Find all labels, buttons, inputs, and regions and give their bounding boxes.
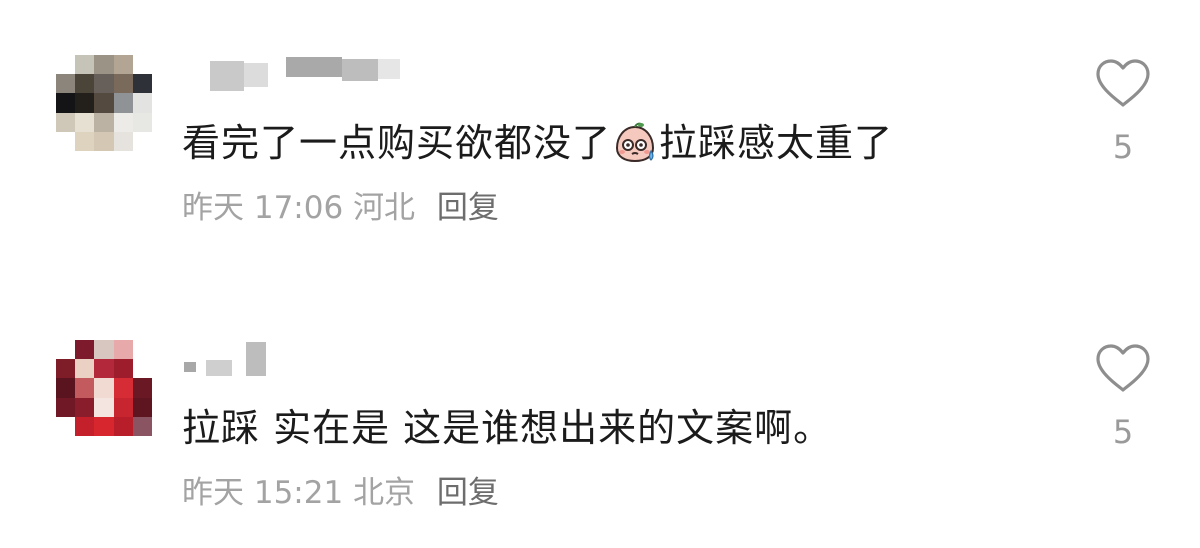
avatar-pixel — [56, 397, 76, 417]
avatar-pixel — [132, 340, 152, 360]
username-blur-block — [244, 63, 268, 87]
avatar-pixel — [56, 93, 76, 113]
avatar-pixel — [56, 112, 76, 132]
comment-text: 看完了一点购买欲都没了 拉踩感太重了 — [182, 117, 893, 169]
comment-item: 看完了一点购买欲都没了 拉踩感太重了 昨天 17:06 河北 回复 5 — [0, 55, 1200, 255]
avatar-pixel — [113, 416, 133, 436]
avatar-pixel — [113, 397, 133, 417]
avatar-pixel — [132, 131, 152, 151]
comment-text-part: 拉踩感太重了 — [659, 121, 894, 165]
reply-button[interactable]: 回复 — [437, 190, 499, 226]
username-blur-block — [206, 360, 232, 376]
avatar-pixel — [132, 74, 152, 94]
avatar-pixel — [75, 55, 95, 75]
username-blur-block — [286, 57, 342, 77]
avatar-pixel — [113, 131, 133, 151]
avatar-pixel — [56, 416, 76, 436]
avatar-pixel — [56, 74, 76, 94]
like-button[interactable]: 5 — [1094, 57, 1152, 166]
avatar-pixel — [132, 93, 152, 113]
username-blurred[interactable] — [182, 340, 422, 376]
avatar-pixel — [75, 416, 95, 436]
avatar-pixel — [56, 131, 76, 151]
username-blur-block — [210, 61, 244, 91]
username-blur-block — [184, 362, 196, 372]
avatar-pixel — [75, 74, 95, 94]
username-blur-block — [378, 59, 400, 79]
avatar-pixel — [75, 397, 95, 417]
username-blur-block — [246, 342, 266, 376]
avatar-pixel — [94, 340, 114, 360]
avatar-pixel — [113, 93, 133, 113]
comment-meta: 昨天 17:06 河北 回复 — [182, 187, 499, 229]
heart-outline-icon[interactable] — [1094, 342, 1152, 394]
avatar-pixel — [94, 397, 114, 417]
avatar-pixel — [132, 112, 152, 132]
avatar-pixel — [56, 359, 76, 379]
avatar-pixel — [94, 112, 114, 132]
avatar-pixel — [113, 359, 133, 379]
avatar-pixel — [75, 359, 95, 379]
avatar-pixel — [75, 93, 95, 113]
like-count: 5 — [1112, 413, 1134, 451]
avatar-pixel — [94, 55, 114, 75]
avatar-pixel — [94, 74, 114, 94]
avatar-pixel — [132, 416, 152, 436]
comment-item: 拉踩 实在是 这是谁想出来的文案啊。 昨天 15:21 北京 回复 5 — [0, 340, 1200, 540]
avatar-pixel — [75, 340, 95, 360]
avatar-pixel — [94, 359, 114, 379]
sweating-face-emoji-icon — [616, 122, 655, 162]
avatar-pixel — [113, 55, 133, 75]
comment-time: 昨天 15:21 — [182, 475, 344, 511]
avatar-pixel — [132, 378, 152, 398]
comment-time: 昨天 17:06 — [182, 190, 344, 226]
avatar-pixel — [75, 131, 95, 151]
comment-location: 河北 — [353, 190, 416, 226]
avatar-pixel — [94, 131, 114, 151]
reply-button[interactable]: 回复 — [437, 475, 499, 511]
heart-outline-icon[interactable] — [1094, 57, 1152, 109]
avatar-pixel — [132, 359, 152, 379]
comment-list: 看完了一点购买欲都没了 拉踩感太重了 昨天 17:06 河北 回复 5 拉踩 实… — [0, 0, 1200, 548]
comment-meta: 昨天 15:21 北京 回复 — [182, 472, 499, 514]
avatar-pixel — [113, 112, 133, 132]
comment-text: 拉踩 实在是 这是谁想出来的文案啊。 — [182, 406, 833, 450]
avatar-pixel — [113, 74, 133, 94]
avatar[interactable] — [56, 340, 152, 436]
avatar-pixel — [113, 378, 133, 398]
avatar-pixel — [94, 93, 114, 113]
avatar-pixel — [75, 378, 95, 398]
avatar-pixel — [75, 112, 95, 132]
avatar-pixel — [94, 378, 114, 398]
avatar-pixel — [113, 340, 133, 360]
avatar[interactable] — [56, 55, 152, 151]
username-blur-block — [342, 59, 378, 81]
avatar-pixel — [132, 397, 152, 417]
like-count: 5 — [1112, 128, 1134, 166]
avatar-pixel — [56, 340, 76, 360]
comment-text-part: 看完了一点购买欲都没了 — [182, 121, 612, 165]
like-button[interactable]: 5 — [1094, 342, 1152, 451]
avatar-pixel — [132, 55, 152, 75]
username-blurred[interactable] — [182, 55, 422, 91]
comment-location: 北京 — [353, 475, 416, 511]
avatar-pixel — [56, 55, 76, 75]
avatar-pixel — [94, 416, 114, 436]
avatar-pixel — [56, 378, 76, 398]
